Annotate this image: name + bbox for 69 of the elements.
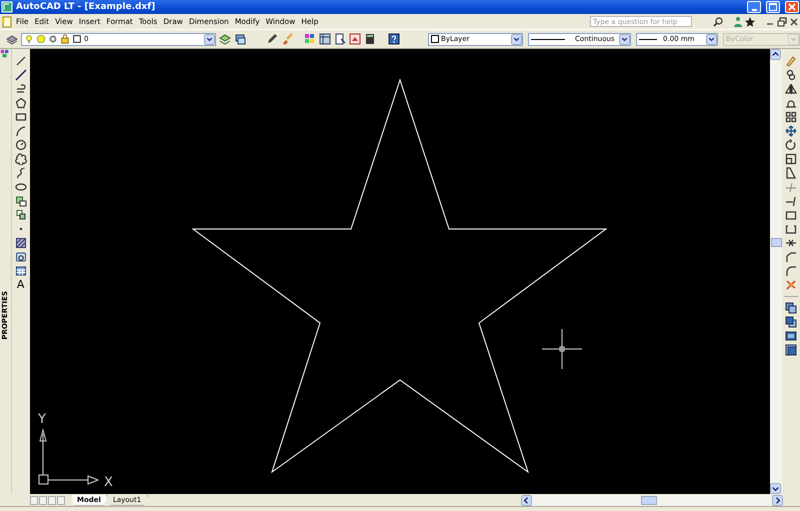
- stacked-squares-icon[interactable]: [785, 316, 798, 328]
- lightbulb-icon: [24, 34, 34, 44]
- ellipse-icon[interactable]: [14, 181, 27, 193]
- y-axis-label: Y: [38, 412, 46, 427]
- rectangle-icon[interactable]: [14, 111, 27, 123]
- scroll-up-icon[interactable]: [770, 49, 782, 60]
- line-sample-icon: [639, 38, 658, 40]
- line-sample-icon: [531, 38, 566, 40]
- fillet-icon[interactable]: [785, 265, 798, 277]
- properties-palette-icon[interactable]: [0, 49, 10, 59]
- scroll-down-icon[interactable]: [770, 483, 782, 494]
- close-button[interactable]: [785, 1, 799, 13]
- chamfer-icon[interactable]: [785, 251, 798, 263]
- layers-icon[interactable]: [234, 33, 246, 45]
- pencil-icon[interactable]: [266, 33, 278, 45]
- app-icon: [1, 1, 13, 13]
- restore-icon[interactable]: [776, 16, 788, 28]
- region-icon[interactable]: [14, 251, 27, 263]
- block-icon[interactable]: [14, 195, 27, 207]
- window-icon[interactable]: [319, 33, 332, 45]
- window-title: AutoCAD LT - [Example.dxf]: [16, 2, 156, 12]
- eraser-icon[interactable]: [785, 55, 798, 67]
- pentagon-icon[interactable]: [14, 97, 27, 109]
- calculator-icon[interactable]: [364, 33, 376, 45]
- arc-icon[interactable]: [14, 125, 27, 137]
- document-icon[interactable]: [334, 33, 346, 45]
- document-icon: [1, 16, 13, 28]
- help-icon[interactable]: [388, 33, 400, 45]
- color-swatch-icon: [72, 34, 82, 44]
- crosshair-cursor: [541, 328, 582, 370]
- ucs-axes-icon: [38, 428, 99, 485]
- polyline-icon[interactable]: [14, 83, 27, 95]
- rotate-icon[interactable]: [785, 139, 798, 151]
- line-icon[interactable]: [14, 69, 27, 81]
- color-swatch-icon: [431, 35, 440, 43]
- layers-icon[interactable]: [218, 33, 231, 45]
- move-icon[interactable]: [785, 125, 798, 137]
- scroll-right-icon[interactable]: [772, 494, 783, 506]
- text-tool-icon[interactable]: A: [16, 278, 24, 292]
- scroll-thumb[interactable]: [641, 496, 657, 504]
- padlock-icon: [60, 34, 70, 44]
- minimize-button[interactable]: [747, 1, 761, 13]
- mirror-icon[interactable]: [785, 83, 798, 95]
- stacked-squares-icon[interactable]: [785, 302, 798, 314]
- spline-icon[interactable]: [14, 167, 27, 179]
- copy-icon[interactable]: [785, 69, 798, 81]
- scroll-thumb[interactable]: [770, 238, 782, 247]
- scale-icon[interactable]: [785, 153, 798, 165]
- close-icon[interactable]: [788, 16, 800, 28]
- layers-icon[interactable]: [6, 33, 18, 45]
- extend-icon[interactable]: [785, 195, 798, 207]
- line-icon[interactable]: [14, 55, 27, 67]
- horizontal-scrollbar[interactable]: [521, 494, 783, 506]
- block-icon[interactable]: [14, 209, 27, 221]
- palette-icon[interactable]: [304, 33, 316, 45]
- stacked-squares-icon[interactable]: [785, 344, 798, 356]
- array-icon[interactable]: [785, 111, 798, 123]
- vertical-scrollbar[interactable]: [770, 49, 782, 494]
- circle-icon[interactable]: [14, 139, 27, 151]
- scroll-left-icon[interactable]: [521, 494, 532, 506]
- search-icon[interactable]: [712, 16, 724, 28]
- hatch-icon[interactable]: [14, 237, 27, 249]
- restore-button[interactable]: [766, 1, 780, 13]
- cloud-icon[interactable]: [14, 153, 27, 165]
- explode-icon[interactable]: [785, 279, 798, 291]
- stacked-squares-icon[interactable]: [785, 330, 798, 342]
- x-axis-label: X: [104, 475, 112, 490]
- star-icon[interactable]: [744, 16, 756, 28]
- table-icon[interactable]: [14, 265, 27, 277]
